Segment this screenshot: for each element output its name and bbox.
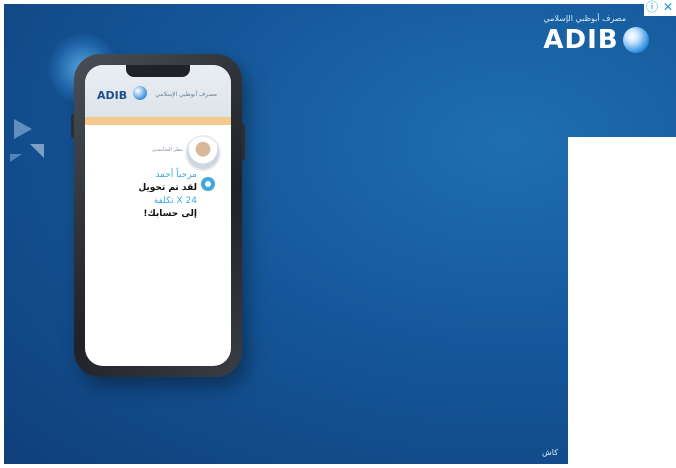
accent-bar [85, 117, 231, 125]
decorative-shard [14, 119, 32, 139]
chat-bubble-icon [201, 177, 215, 191]
chat-message: مرحباً أحمد لقد تم تحويل 24 X تكلفة إلى … [97, 169, 197, 221]
message-line: لقد تم تحويل [138, 183, 197, 193]
message-amount: 24 X تكلفة [153, 196, 197, 206]
footer-text: كاش [542, 448, 559, 457]
brand-name: ADIB [543, 25, 619, 55]
brand-arabic-name: مصرف أبوظبي الإسلامي [543, 14, 626, 23]
brand-logo[interactable]: مصرف أبوظبي الإسلامي ADIB [543, 14, 666, 55]
decorative-shard [30, 144, 44, 158]
info-icon[interactable]: ⓘ [644, 0, 660, 16]
close-icon[interactable]: ✕ [660, 0, 676, 16]
overlay-panel [568, 137, 676, 468]
adchoices[interactable]: ⓘ ✕ [644, 0, 676, 16]
message-line: إلى حسابك! [143, 209, 197, 219]
decorative-shard [10, 154, 22, 162]
phone-mockup: ADIB مصرف أبوظبي الإسلامي مطر الشامسي مر… [71, 54, 245, 377]
phone-side-button [242, 124, 245, 160]
avatar [185, 135, 221, 171]
agent-name: مطر الشامسي [151, 147, 183, 153]
app-logo: ADIB [97, 89, 128, 102]
phone-screen: ADIB مصرف أبوظبي الإسلامي مطر الشامسي مر… [85, 65, 231, 366]
app-brand-arabic: مصرف أبوظبي الإسلامي [155, 91, 217, 98]
globe-icon [622, 27, 649, 53]
phone-volume-button [71, 114, 74, 138]
app-globe-icon [133, 86, 147, 100]
phone-notch [126, 65, 190, 77]
message-greeting: مرحباً أحمد [155, 170, 197, 180]
